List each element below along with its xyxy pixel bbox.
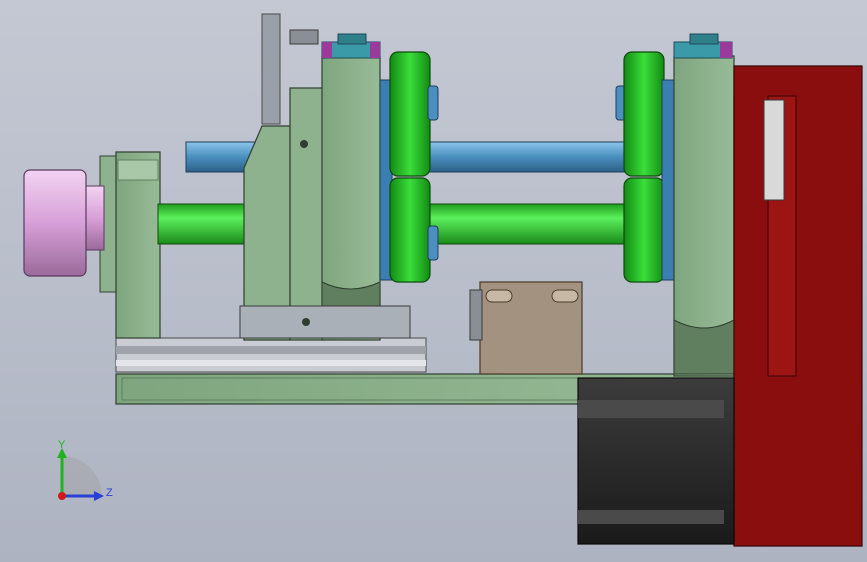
linear-rail[interactable] (115, 337, 427, 373)
z-axis-label: Z (106, 487, 113, 499)
stepper-motor[interactable] (577, 377, 735, 545)
side-plate[interactable] (733, 65, 863, 547)
x-axis-dot-icon (58, 492, 66, 500)
drive-pulley[interactable] (23, 169, 105, 277)
left-bearing-block[interactable] (99, 151, 161, 339)
cad-viewport[interactable] (0, 0, 867, 562)
motor-bracket[interactable] (469, 281, 583, 375)
left-rollers[interactable] (379, 51, 439, 283)
orientation-triad: Y Z (57, 439, 113, 501)
y-axis-label: Y (58, 439, 66, 451)
right-rollers[interactable] (615, 51, 675, 283)
